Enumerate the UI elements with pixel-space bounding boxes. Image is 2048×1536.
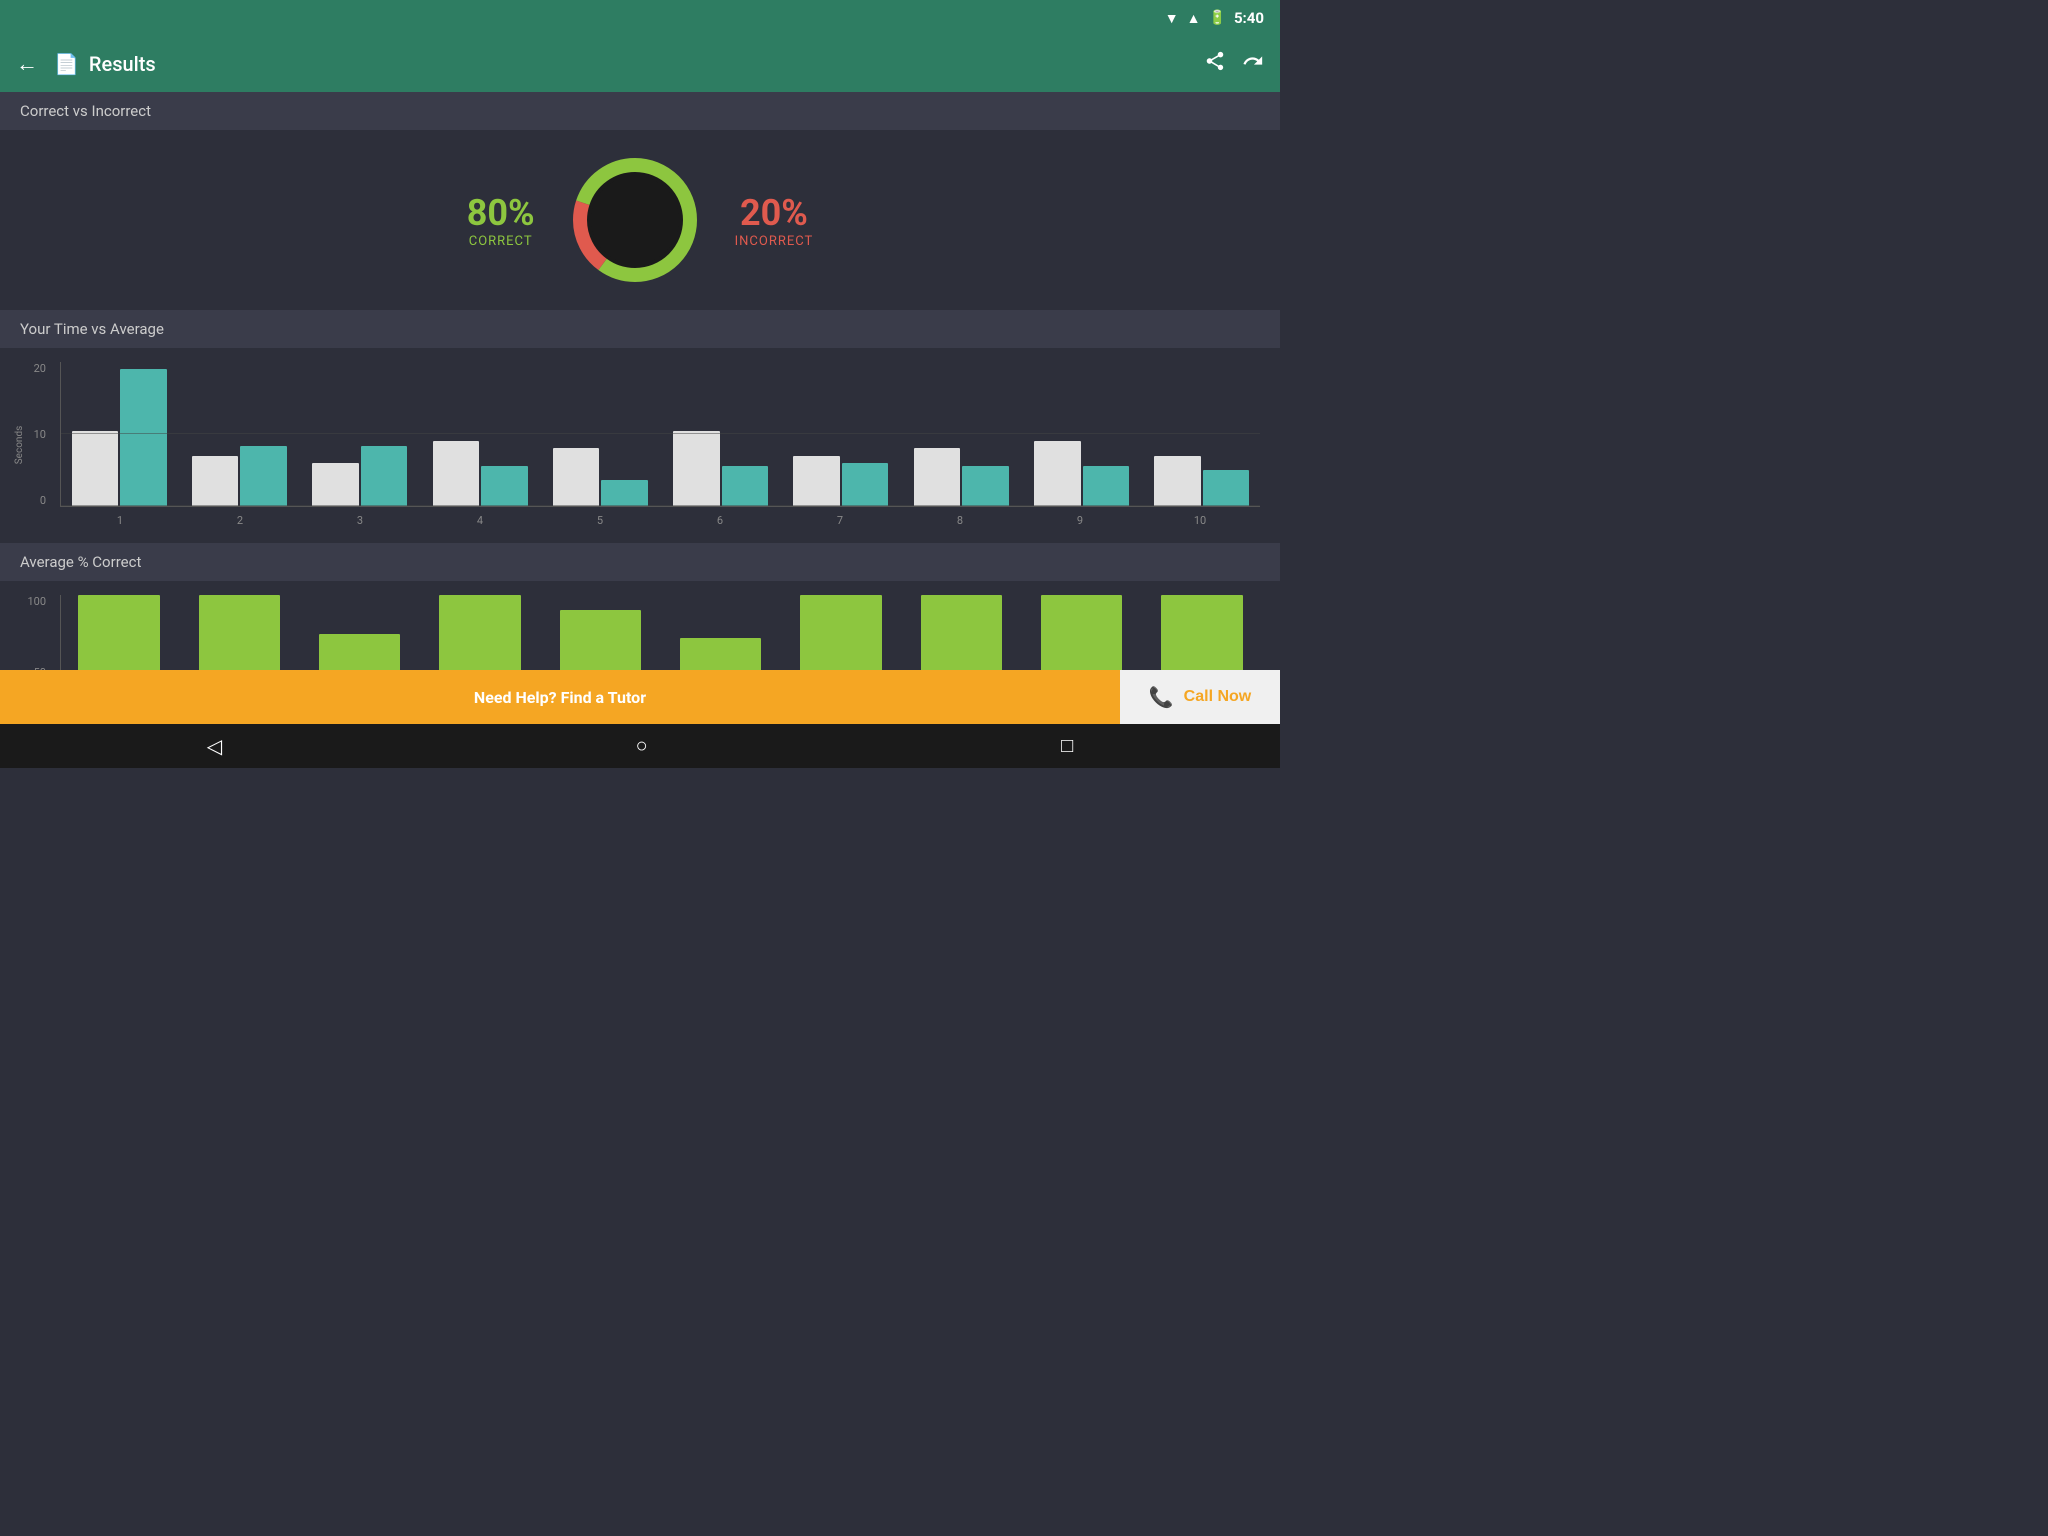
nav-bar: ◁ ○ □ bbox=[0, 724, 1280, 768]
time-bar-white bbox=[433, 441, 480, 506]
signal-icon: ▲ bbox=[1187, 10, 1201, 27]
time-bar-white bbox=[312, 463, 359, 506]
time-x-label: 3 bbox=[300, 514, 420, 527]
time-bar-teal bbox=[481, 466, 528, 506]
avg-correct-header: Average % Correct bbox=[0, 543, 1280, 581]
time-x-label: 10 bbox=[1140, 514, 1260, 527]
time-bar-teal bbox=[601, 480, 648, 506]
time-bar-group bbox=[542, 362, 658, 506]
time-x-label: 1 bbox=[60, 514, 180, 527]
donut-chart bbox=[565, 150, 705, 290]
time-bar-group bbox=[302, 362, 418, 506]
call-now-label: Call Now bbox=[1184, 688, 1252, 706]
time-x-label: 7 bbox=[780, 514, 900, 527]
phone-icon: 📞 bbox=[1149, 685, 1174, 710]
donut-section: 80% CORRECT 20% INCORRECT bbox=[0, 130, 1280, 310]
time-bar-group bbox=[1144, 362, 1260, 506]
nav-back-button[interactable]: ◁ bbox=[207, 734, 222, 759]
status-bar: ▼ ▲ 🔋 5:40 bbox=[0, 0, 1280, 36]
time-bar-teal bbox=[962, 466, 1009, 506]
share-button[interactable] bbox=[1204, 50, 1226, 78]
redo-button[interactable] bbox=[1242, 50, 1264, 78]
time-x-label: 8 bbox=[900, 514, 1020, 527]
time-x-label: 5 bbox=[540, 514, 660, 527]
time-bar-white bbox=[1154, 456, 1201, 506]
time-bar-group bbox=[61, 362, 177, 506]
time-display: 5:40 bbox=[1234, 9, 1264, 27]
time-x-labels: 12345678910 bbox=[60, 514, 1260, 527]
time-bar-teal bbox=[1083, 466, 1130, 506]
time-bar-white bbox=[914, 448, 961, 506]
time-bar-white bbox=[553, 448, 600, 506]
wifi-icon: ▼ bbox=[1165, 10, 1179, 27]
time-bar-group bbox=[422, 362, 538, 506]
time-bar-teal bbox=[120, 369, 167, 506]
nav-home-button[interactable]: ○ bbox=[636, 735, 648, 758]
time-bar-group bbox=[181, 362, 297, 506]
time-bar-teal bbox=[842, 463, 889, 506]
correct-label: 80% CORRECT bbox=[467, 192, 535, 249]
time-x-label: 6 bbox=[660, 514, 780, 527]
time-bars-container bbox=[60, 362, 1260, 507]
time-x-label: 2 bbox=[180, 514, 300, 527]
incorrect-label: 20% INCORRECT bbox=[735, 192, 814, 249]
time-bar-teal bbox=[1203, 470, 1250, 506]
time-x-label: 9 bbox=[1020, 514, 1140, 527]
call-now-button[interactable]: 📞 Call Now bbox=[1120, 670, 1280, 724]
battery-icon: 🔋 bbox=[1209, 10, 1226, 26]
time-bar-white bbox=[1034, 441, 1081, 506]
nav-recent-button[interactable]: □ bbox=[1061, 735, 1073, 758]
time-bar-group bbox=[662, 362, 778, 506]
back-button[interactable]: ← bbox=[16, 51, 38, 77]
correct-vs-incorrect-header: Correct vs Incorrect bbox=[0, 92, 1280, 130]
time-chart-area: 20 10 0 Seconds 12345678910 bbox=[20, 362, 1260, 527]
time-bar-group bbox=[783, 362, 899, 506]
time-bar-white bbox=[673, 431, 720, 506]
time-vs-average-header: Your Time vs Average bbox=[0, 310, 1280, 348]
bottom-banner: Need Help? Find a Tutor 📞 Call Now bbox=[0, 670, 1280, 724]
time-section: 20 10 0 Seconds 12345678910 bbox=[0, 348, 1280, 543]
time-y-axis-title: Seconds bbox=[14, 425, 25, 464]
time-x-label: 4 bbox=[420, 514, 540, 527]
page-title: Results bbox=[89, 52, 1188, 76]
time-bar-teal bbox=[361, 446, 408, 506]
time-bar-group bbox=[1023, 362, 1139, 506]
time-bar-teal bbox=[240, 446, 287, 506]
time-bar-group bbox=[903, 362, 1019, 506]
time-bar-white bbox=[793, 456, 840, 506]
time-bar-teal bbox=[722, 466, 769, 506]
find-tutor-text: Need Help? Find a Tutor bbox=[0, 688, 1120, 707]
time-bar-white bbox=[192, 456, 239, 506]
app-bar: ← 📄 Results bbox=[0, 36, 1280, 92]
time-bar-white bbox=[72, 431, 119, 506]
doc-icon: 📄 bbox=[54, 52, 79, 76]
